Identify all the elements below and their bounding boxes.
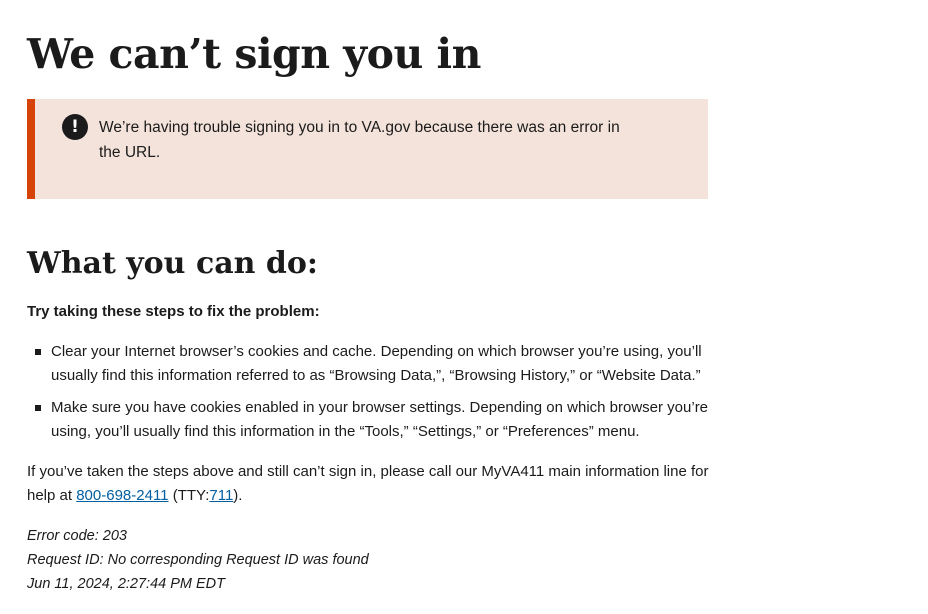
help-text-middle: (TTY: xyxy=(168,487,210,504)
page-title: We can’t sign you in xyxy=(27,30,481,78)
square-bullet-icon xyxy=(35,405,41,411)
square-bullet-icon xyxy=(35,349,41,355)
help-text-after: ). xyxy=(233,487,243,504)
phone-link[interactable]: 800-698-2411 xyxy=(76,487,168,504)
help-text: If you’ve taken the steps above and stil… xyxy=(27,460,717,508)
error-alert: ! We’re having trouble signing you in to… xyxy=(27,99,708,199)
sign-in-error-page: We can’t sign you in ! We’re having trou… xyxy=(0,0,928,614)
list-item: Make sure you have cookies enabled in yo… xyxy=(27,396,717,444)
error-details: Error code: 203 Request ID: No correspon… xyxy=(27,524,369,596)
request-id: Request ID: No corresponding Request ID … xyxy=(27,552,369,568)
alert-message: We’re having trouble signing you in to V… xyxy=(99,119,620,161)
exclamation-circle-icon: ! xyxy=(62,114,88,140)
steps-list: Clear your Internet browser’s cookies an… xyxy=(27,340,717,452)
step-text: Make sure you have cookies enabled in yo… xyxy=(51,399,709,440)
timestamp: Jun 11, 2024, 2:27:44 PM EDT xyxy=(27,576,226,592)
steps-intro: Try taking these steps to fix the proble… xyxy=(27,303,320,320)
step-text: Clear your Internet browser’s cookies an… xyxy=(51,343,702,384)
section-heading: What you can do: xyxy=(27,246,318,281)
list-item: Clear your Internet browser’s cookies an… xyxy=(27,340,717,388)
tty-link[interactable]: 711 xyxy=(209,487,233,504)
error-code: Error code: 203 xyxy=(27,528,127,544)
